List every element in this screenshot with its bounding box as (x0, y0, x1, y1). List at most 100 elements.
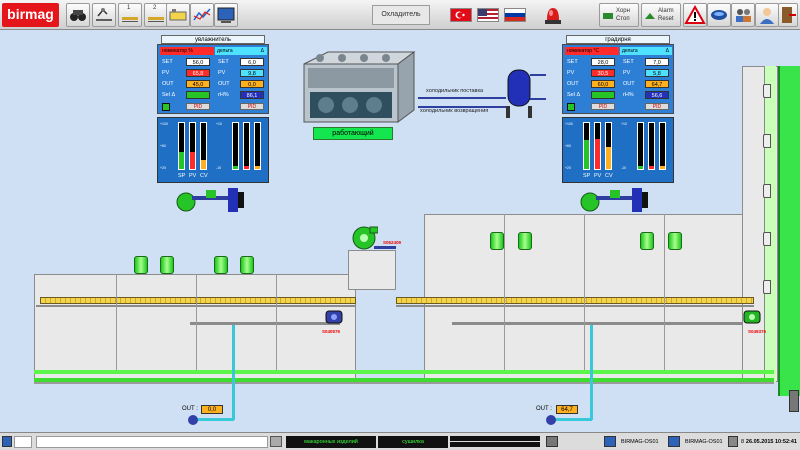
conveyor-rail-right (396, 305, 754, 307)
start-menu-icon[interactable] (2, 436, 12, 447)
auto-mode-icon[interactable] (162, 103, 170, 111)
turkish-flag[interactable] (450, 8, 472, 22)
mode-field: сушилка автоматическая (378, 436, 448, 448)
set-delta-value[interactable]: 6,0 (240, 58, 264, 66)
supply-label: холодильник поставка (426, 88, 484, 94)
delta-pv-fill (244, 166, 249, 169)
tower-port (763, 184, 771, 198)
pump-left-icon[interactable] (324, 308, 346, 328)
screen-title: Охладитель (372, 5, 430, 25)
sp-bar-fill (179, 151, 184, 169)
water-pipe-right-h (554, 418, 592, 421)
pump-bottom-left-icon[interactable] (186, 414, 200, 428)
cooling-tab-nominator[interactable]: номинатор °С (565, 47, 619, 55)
motor-icon[interactable] (160, 256, 174, 274)
station-name-1: BIRMAG-OS01 (621, 439, 659, 445)
out-left-value[interactable]: 0,0 (201, 405, 223, 414)
humidifier-tab-nominator[interactable]: номинатор % (160, 47, 214, 55)
out-label: OUT (567, 81, 579, 87)
line-2-icon[interactable]: 2 (144, 3, 168, 27)
pid-button[interactable]: PID (186, 103, 210, 110)
delta-cv-fill (255, 166, 260, 169)
printer-icon[interactable] (270, 436, 282, 447)
out-right-value[interactable]: 64,7 (556, 405, 578, 414)
out-right-label: OUT : (536, 406, 552, 412)
operator-icon[interactable] (755, 3, 779, 27)
alarm-beacon-icon[interactable] (543, 4, 563, 26)
alarm-reset-button[interactable]: Alarm Reset (641, 3, 681, 27)
conveyor-view-icon[interactable] (92, 3, 116, 27)
motor-icon[interactable] (518, 232, 532, 250)
sel-delta-toggle[interactable] (186, 91, 210, 99)
humidifier-tab-delta[interactable]: дельта Δ (215, 47, 267, 55)
warning-icon[interactable] (683, 3, 707, 27)
rh-value: 56,6 (645, 91, 669, 99)
auto-mode-icon[interactable] (567, 103, 575, 111)
pump-bottom-right-icon[interactable] (544, 414, 558, 428)
line-1-number: 1 (127, 5, 131, 11)
delta-sp-fill (233, 166, 238, 169)
fan-duct (374, 246, 396, 249)
exit-icon[interactable] (778, 3, 798, 27)
russian-flag[interactable] (504, 8, 526, 22)
out-delta-value[interactable]: 64,7 (645, 80, 669, 88)
humidifier-panel-title: увлажнитель (161, 35, 265, 44)
pump-right-icon[interactable] (742, 308, 764, 328)
sel-delta-label: Sel Δ (162, 92, 176, 98)
set-delta-value[interactable]: 7,0 (645, 58, 669, 66)
water-pipe-right (590, 325, 593, 420)
set-value[interactable]: 56,0 (186, 58, 210, 66)
pump-right-tag: S049376 (748, 329, 767, 334)
out-value[interactable]: 45,0 (186, 80, 210, 88)
cooling-tab-delta[interactable]: дельта Δ (620, 47, 672, 55)
users-icon[interactable] (731, 3, 755, 27)
set-label: SET (623, 59, 634, 65)
frame-divider (664, 214, 665, 370)
pid-delta-button[interactable]: PID (645, 103, 669, 110)
overview-icon[interactable] (166, 3, 190, 27)
us-flag[interactable] (477, 8, 499, 22)
screen-list-icon[interactable] (214, 3, 238, 27)
date-time: 26.05.2015 10:52:41 (745, 439, 797, 445)
motor-icon[interactable] (240, 256, 254, 274)
alarm-reset-line1: Alarm (658, 8, 674, 14)
product-field: макаронных изделий (286, 436, 376, 448)
line-1-icon[interactable]: 1 (118, 3, 142, 27)
motor-icon[interactable] (490, 232, 504, 250)
set-value[interactable]: 28,0 (591, 58, 615, 66)
keyboard-icon[interactable] (546, 436, 558, 447)
sp-bar-fill (584, 140, 589, 169)
pid-button[interactable]: PID (591, 103, 615, 110)
supply-pipe (418, 97, 506, 99)
line-2-number: 2 (153, 5, 157, 11)
fan-tag: S052409 (383, 240, 402, 245)
chiller-unit-icon[interactable] (298, 48, 420, 126)
conveyor-right (396, 297, 754, 304)
set-label: SET (218, 59, 229, 65)
pid-delta-button[interactable]: PID (240, 103, 264, 110)
delta-symbol: Δ (260, 48, 264, 54)
frame-divider (116, 274, 117, 370)
return-label: холодильник возвращения (420, 108, 489, 114)
humidifier-blower-icon[interactable] (170, 186, 250, 218)
start-stop-line2: Стоп (616, 16, 630, 22)
cooling-blower-icon[interactable] (574, 186, 654, 218)
set-label: SET (567, 59, 578, 65)
frame-divider (196, 274, 197, 370)
binoculars-icon[interactable] (66, 3, 90, 27)
humidifier-bargraphs: +100 +60 +20 SP PV CV +10 -10 (157, 117, 269, 183)
scale-tick: +100 (160, 122, 168, 126)
motor-icon[interactable] (214, 256, 228, 274)
start-stop-button[interactable]: Хорн Стоп (599, 3, 639, 27)
out-value[interactable]: 60,0 (591, 80, 615, 88)
tower-green-side (778, 66, 800, 396)
out-delta-value[interactable]: 0,0 (240, 80, 264, 88)
trend-icon[interactable] (190, 3, 214, 27)
sel-delta-toggle[interactable] (591, 91, 615, 99)
network-icon[interactable] (707, 3, 731, 27)
motor-icon[interactable] (668, 232, 682, 250)
motor-icon[interactable] (640, 232, 654, 250)
delta-cv-bar (254, 122, 261, 170)
motor-icon[interactable] (134, 256, 148, 274)
scale-tick: +60 (565, 144, 571, 148)
